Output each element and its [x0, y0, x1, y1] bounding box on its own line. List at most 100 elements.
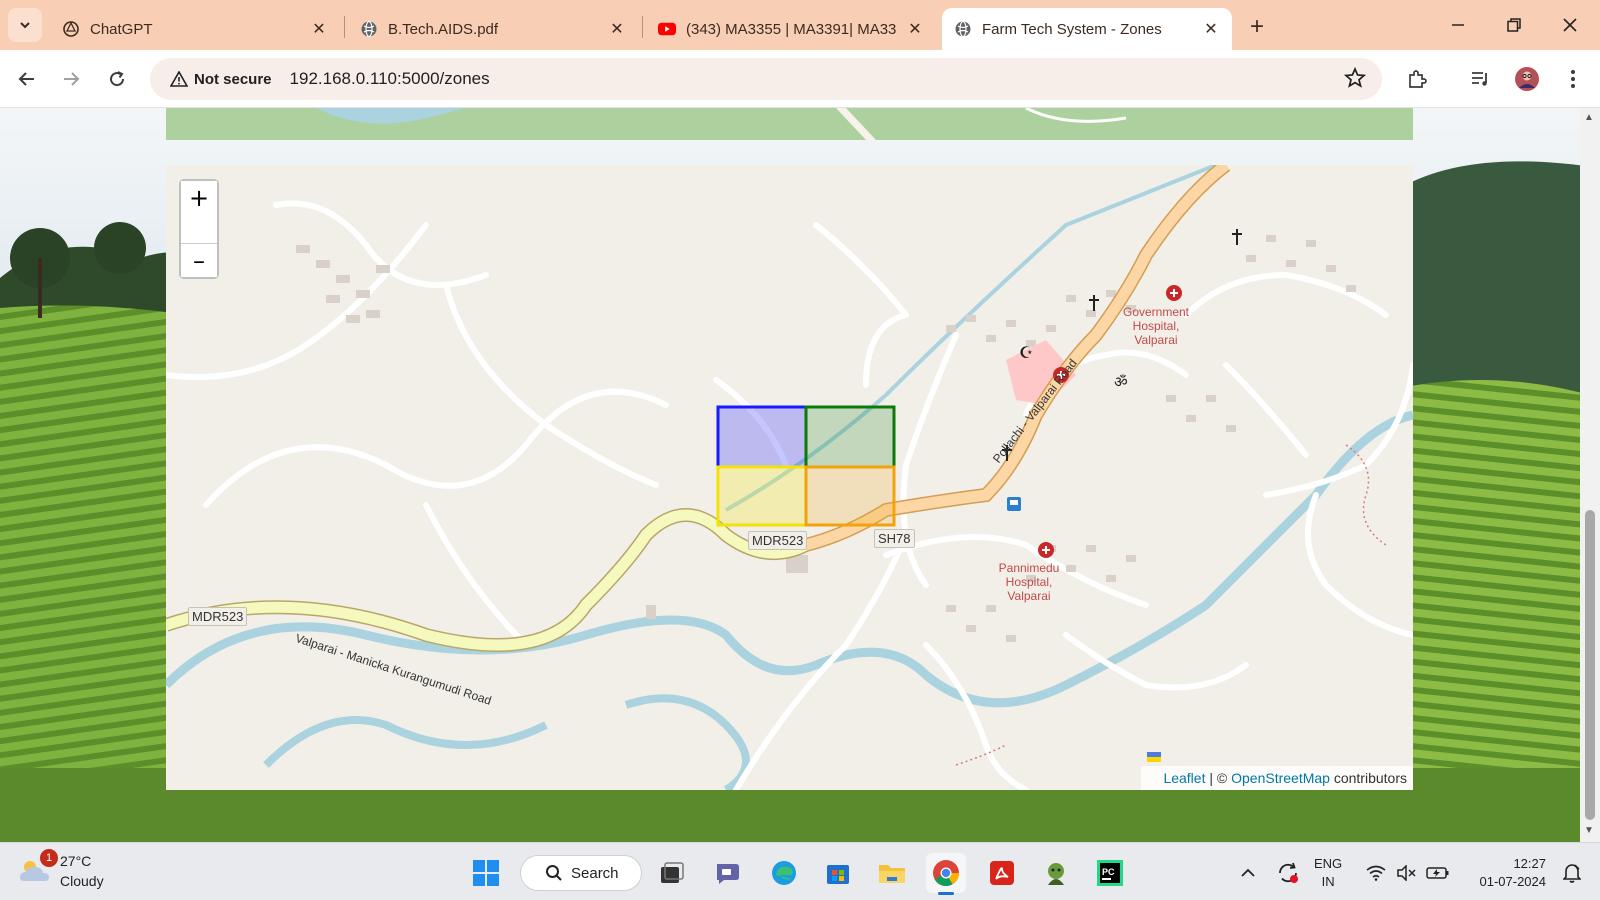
edge-button[interactable]	[764, 853, 804, 893]
leaflet-link[interactable]: Leaflet	[1163, 770, 1205, 786]
openstreetmap-link[interactable]: OpenStreetMap	[1231, 770, 1330, 786]
forward-button[interactable]	[54, 62, 88, 96]
sync-tray-button[interactable]	[1268, 853, 1308, 893]
page-viewport: ☪ ॐ MDR523 MDR523 SH78 Valparai - Manick…	[0, 108, 1600, 842]
zones-map[interactable]: ☪ ॐ MDR523 MDR523 SH78 Valparai - Manick…	[166, 165, 1413, 790]
attribution-separator: | ©	[1205, 770, 1232, 786]
profile-avatar[interactable]	[1510, 62, 1544, 96]
tab-search-button[interactable]	[8, 8, 42, 42]
avatar-icon	[1515, 67, 1539, 91]
url-text[interactable]: 192.168.0.110:5000/zones	[290, 69, 490, 89]
acrobat-button[interactable]	[982, 853, 1022, 893]
tab-divider	[642, 16, 643, 38]
tab-farm-tech[interactable]: Farm Tech System - Zones ✕	[942, 8, 1232, 50]
restore-button[interactable]	[1486, 4, 1542, 46]
windows-taskbar: 1 27°C Cloudy Search PC ENG IN 12:27 01-…	[0, 842, 1600, 900]
language-code: ENG	[1314, 856, 1343, 871]
chevron-down-icon	[20, 22, 30, 29]
close-icon[interactable]: ✕	[906, 19, 924, 39]
close-icon[interactable]: ✕	[608, 19, 626, 39]
notifications-button[interactable]	[1552, 853, 1592, 893]
hospital-marker	[1166, 285, 1182, 301]
zoom-in-button[interactable]: +	[181, 181, 217, 215]
zone-green	[804, 405, 896, 469]
game-app-button[interactable]	[1036, 853, 1076, 893]
close-icon	[1563, 18, 1577, 32]
puzzle-icon	[1409, 70, 1427, 88]
road-shield-label: SH78	[874, 529, 915, 548]
close-icon[interactable]: ✕	[310, 19, 328, 39]
pycharm-icon: PC	[1097, 860, 1123, 886]
pycharm-button[interactable]: PC	[1090, 853, 1130, 893]
store-button[interactable]	[818, 853, 858, 893]
scroll-down-icon[interactable]: ▼	[1584, 825, 1594, 836]
file-explorer-button[interactable]	[872, 853, 912, 893]
attribution-suffix: contributors	[1329, 770, 1407, 786]
reload-button[interactable]	[100, 62, 134, 96]
bookmark-star-icon[interactable]	[1343, 66, 1367, 94]
zone-orange	[804, 465, 896, 527]
search-icon	[546, 865, 562, 881]
task-view-button[interactable]	[652, 853, 692, 893]
tab-pdf[interactable]: B.Tech.AIDS.pdf ✕	[348, 8, 638, 50]
zone-overlays	[716, 405, 896, 527]
browser-menu-button[interactable]	[1556, 62, 1590, 96]
edge-icon	[772, 861, 796, 885]
page-scrollbar[interactable]: ▲ ▼	[1580, 108, 1600, 842]
bell-icon	[1563, 864, 1581, 883]
minimize-icon	[1452, 24, 1464, 26]
start-button[interactable]	[466, 853, 506, 893]
zoom-out-button[interactable]: –	[181, 243, 217, 277]
close-icon[interactable]: ✕	[1202, 19, 1220, 39]
battery-button[interactable]	[1418, 853, 1458, 893]
close-window-button[interactable]	[1542, 4, 1598, 46]
browser-toolbar: Not secure 192.168.0.110:5000/zones	[0, 50, 1600, 108]
folder-icon	[879, 865, 905, 883]
restore-icon	[1507, 18, 1521, 32]
map-tiles: ☪ ॐ	[166, 165, 1413, 790]
chatgpt-icon	[62, 20, 80, 38]
svg-text:☪: ☪	[1019, 343, 1033, 362]
security-indicator[interactable]: Not secure	[162, 64, 280, 94]
weather-temp: 27°C	[60, 853, 92, 869]
tab-chatgpt[interactable]: ChatGPT ✕	[50, 8, 340, 50]
zone-blue	[716, 405, 808, 469]
teams-button[interactable]	[708, 853, 748, 893]
clock-date: 01-07-2024	[1479, 874, 1547, 889]
minimize-button[interactable]	[1430, 4, 1486, 46]
tab-youtube[interactable]: (343) MA3355 | MA3391| MA33 ✕	[646, 8, 936, 50]
scroll-up-icon[interactable]: ▲	[1584, 112, 1594, 123]
notification-badge: 1	[40, 849, 58, 867]
show-hidden-icons-button[interactable]	[1228, 853, 1268, 893]
search-label: Search	[571, 864, 619, 882]
media-control-button[interactable]	[1464, 62, 1498, 96]
road-shield-label: MDR523	[188, 607, 248, 626]
extensions-button[interactable]	[1400, 62, 1434, 96]
address-bar[interactable]: Not secure 192.168.0.110:5000/zones	[150, 58, 1382, 100]
new-tab-button[interactable]: +	[1240, 10, 1274, 44]
taskbar-search[interactable]: Search	[520, 855, 642, 891]
weather-widget[interactable]: 1 27°C Cloudy	[18, 849, 104, 891]
input-language-indicator[interactable]: ENG IN	[1314, 855, 1342, 891]
map-top-fragment	[166, 108, 1413, 140]
back-button[interactable]	[10, 62, 44, 96]
battery-charging-icon	[1426, 867, 1449, 879]
globe-icon	[360, 20, 378, 38]
volume-muted-icon	[1397, 865, 1416, 881]
store-icon	[827, 865, 849, 884]
globe-icon	[954, 20, 972, 38]
region-code: IN	[1321, 874, 1335, 889]
chrome-button[interactable]	[926, 853, 966, 895]
tab-divider	[344, 16, 345, 38]
youtube-icon	[658, 20, 676, 38]
tab-strip: ChatGPT ✕ B.Tech.AIDS.pdf ✕ (343) MA3355…	[0, 0, 1600, 50]
svg-text:PC: PC	[1102, 867, 1115, 877]
chevron-up-icon	[1241, 868, 1255, 877]
bus-stop-marker	[1007, 497, 1021, 511]
plus-icon: +	[1249, 13, 1264, 40]
arrow-left-icon	[18, 72, 34, 86]
scrollbar-thumb[interactable]	[1585, 510, 1595, 820]
place-label: Government Hospital, Valparai	[1122, 305, 1190, 347]
place-label: Pannimedu Hospital, Valparai	[998, 561, 1060, 603]
system-clock[interactable]: 12:27 01-07-2024	[1466, 855, 1547, 891]
